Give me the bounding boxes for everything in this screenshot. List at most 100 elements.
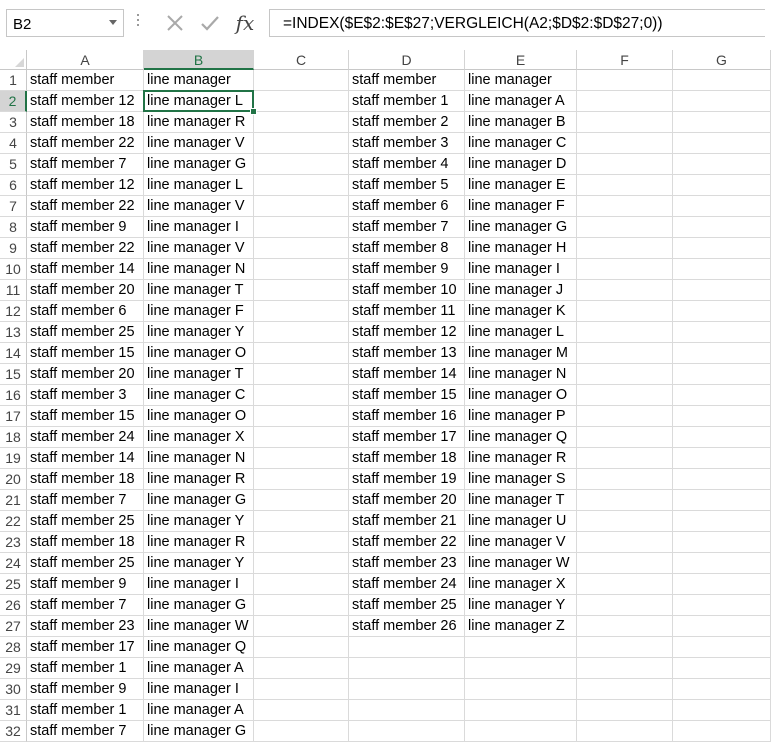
cell-a5[interactable]: staff member 7 [27,154,144,175]
row-header-1[interactable]: 1 [0,70,27,91]
cell-b28[interactable]: line manager Q [144,637,254,658]
cell-g14[interactable] [673,343,771,364]
cell-g1[interactable] [673,70,771,91]
cell-c11[interactable] [254,280,349,301]
cell-d14[interactable]: staff member 13 [349,343,465,364]
cell-e7[interactable]: line manager F [465,196,577,217]
cell-g6[interactable] [673,175,771,196]
cell-g12[interactable] [673,301,771,322]
cell-e20[interactable]: line manager S [465,469,577,490]
cell-e11[interactable]: line manager J [465,280,577,301]
cell-f11[interactable] [577,280,673,301]
cell-e2[interactable]: line manager A [465,91,577,112]
cell-d3[interactable]: staff member 2 [349,112,465,133]
cell-a27[interactable]: staff member 23 [27,616,144,637]
cell-a2[interactable]: staff member 12 [27,91,144,112]
cell-f22[interactable] [577,511,673,532]
cell-e28[interactable] [465,637,577,658]
cell-b7[interactable]: line manager V [144,196,254,217]
name-box-value[interactable]: B2 [13,16,31,33]
row-header-2[interactable]: 2 [0,91,27,112]
cell-a18[interactable]: staff member 24 [27,427,144,448]
cell-b31[interactable]: line manager A [144,700,254,721]
cell-c18[interactable] [254,427,349,448]
cell-a19[interactable]: staff member 14 [27,448,144,469]
cell-d12[interactable]: staff member 11 [349,301,465,322]
row-header-7[interactable]: 7 [0,196,27,217]
cell-f12[interactable] [577,301,673,322]
row-header-20[interactable]: 20 [0,469,27,490]
cell-b20[interactable]: line manager R [144,469,254,490]
cell-a13[interactable]: staff member 25 [27,322,144,343]
cell-a1[interactable]: staff member [27,70,144,91]
cell-g13[interactable] [673,322,771,343]
cell-f1[interactable] [577,70,673,91]
cell-g27[interactable] [673,616,771,637]
cell-g10[interactable] [673,259,771,280]
cell-f19[interactable] [577,448,673,469]
cell-f13[interactable] [577,322,673,343]
cell-b5[interactable]: line manager G [144,154,254,175]
cell-a8[interactable]: staff member 9 [27,217,144,238]
cell-g16[interactable] [673,385,771,406]
cell-f17[interactable] [577,406,673,427]
row-header-23[interactable]: 23 [0,532,27,553]
cell-d26[interactable]: staff member 25 [349,595,465,616]
cell-g3[interactable] [673,112,771,133]
cell-f29[interactable] [577,658,673,679]
cell-d23[interactable]: staff member 22 [349,532,465,553]
row-header-10[interactable]: 10 [0,259,27,280]
row-header-22[interactable]: 22 [0,511,27,532]
cell-f18[interactable] [577,427,673,448]
cell-e31[interactable] [465,700,577,721]
cell-g20[interactable] [673,469,771,490]
cell-g29[interactable] [673,658,771,679]
cell-b22[interactable]: line manager Y [144,511,254,532]
cell-d21[interactable]: staff member 20 [349,490,465,511]
row-header-18[interactable]: 18 [0,427,27,448]
cell-d6[interactable]: staff member 5 [349,175,465,196]
cell-c9[interactable] [254,238,349,259]
cell-c26[interactable] [254,595,349,616]
row-header-14[interactable]: 14 [0,343,27,364]
cell-b29[interactable]: line manager A [144,658,254,679]
select-all-button[interactable] [0,50,27,70]
cell-e12[interactable]: line manager K [465,301,577,322]
cell-e9[interactable]: line manager H [465,238,577,259]
cell-b27[interactable]: line manager W [144,616,254,637]
row-header-19[interactable]: 19 [0,448,27,469]
column-header-c[interactable]: C [254,50,349,70]
cell-e6[interactable]: line manager E [465,175,577,196]
column-header-a[interactable]: A [27,50,144,70]
cell-e15[interactable]: line manager N [465,364,577,385]
cell-b6[interactable]: line manager L [144,175,254,196]
cell-e18[interactable]: line manager Q [465,427,577,448]
cell-a21[interactable]: staff member 7 [27,490,144,511]
cell-e1[interactable]: line manager [465,70,577,91]
cell-c16[interactable] [254,385,349,406]
cell-e30[interactable] [465,679,577,700]
cell-a4[interactable]: staff member 22 [27,133,144,154]
cell-g31[interactable] [673,700,771,721]
cell-b15[interactable]: line manager T [144,364,254,385]
chevron-down-icon[interactable] [109,20,117,25]
row-header-26[interactable]: 26 [0,595,27,616]
cell-d8[interactable]: staff member 7 [349,217,465,238]
row-header-11[interactable]: 11 [0,280,27,301]
row-header-29[interactable]: 29 [0,658,27,679]
cell-g7[interactable] [673,196,771,217]
cell-e14[interactable]: line manager M [465,343,577,364]
cell-d27[interactable]: staff member 26 [349,616,465,637]
cell-f7[interactable] [577,196,673,217]
cell-c5[interactable] [254,154,349,175]
cell-c30[interactable] [254,679,349,700]
row-header-15[interactable]: 15 [0,364,27,385]
cell-g26[interactable] [673,595,771,616]
cell-d17[interactable]: staff member 16 [349,406,465,427]
row-header-5[interactable]: 5 [0,154,27,175]
cell-b19[interactable]: line manager N [144,448,254,469]
cell-f27[interactable] [577,616,673,637]
cell-d4[interactable]: staff member 3 [349,133,465,154]
cell-d22[interactable]: staff member 21 [349,511,465,532]
fill-handle[interactable] [250,108,257,115]
